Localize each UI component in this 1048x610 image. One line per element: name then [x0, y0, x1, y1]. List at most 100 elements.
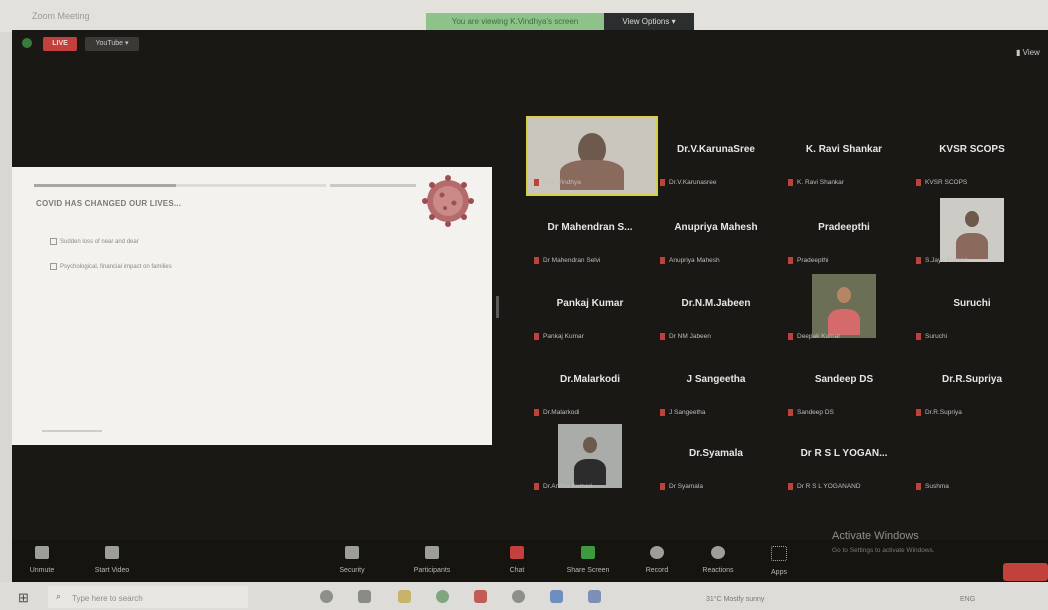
muted-mic-icon — [660, 256, 665, 264]
shield-icon — [345, 546, 359, 559]
participant-label-text: Dr Mahendran Selvi — [543, 257, 601, 264]
slide-footer-line — [42, 430, 102, 432]
participant-tile[interactable]: Pradeepthi Pradeepthi — [780, 200, 908, 270]
share-screen-icon — [581, 546, 595, 559]
participant-video — [558, 424, 622, 488]
participant-tile[interactable]: Dr.Anitha Kumari — [526, 424, 654, 496]
youtube-stream-button[interactable]: YouTube ▾ — [85, 37, 139, 51]
person-body — [574, 459, 606, 485]
system-tray-language[interactable]: ENG — [960, 596, 975, 603]
participants-icon — [425, 546, 439, 559]
participant-tile[interactable]: Dr.R.Supriya Dr.R.Supriya — [908, 352, 1036, 422]
slide-header-line — [330, 184, 416, 187]
zoom-taskbar-icon[interactable] — [550, 590, 563, 603]
share-screen-button[interactable]: Share Screen — [558, 546, 618, 574]
record-button[interactable]: Record — [627, 546, 687, 574]
start-video-label: Start Video — [94, 567, 130, 574]
muted-mic-icon — [788, 256, 793, 264]
participant-name: KVSR SCOPS — [939, 144, 1005, 155]
activate-windows-subtext: Go to Settings to activate Windows. — [832, 547, 935, 554]
participant-tile[interactable]: Dr R S L YOGAN... Dr R S L YOGANAND — [780, 426, 908, 496]
participant-label-text: Dr.V.Karunasree — [669, 179, 717, 186]
live-badge[interactable]: LIVE — [43, 37, 77, 51]
participant-tile[interactable]: Dr.V.KarunaSree Dr.V.Karunasree — [652, 122, 780, 192]
participant-label-text: Dr.R.Supriya — [925, 409, 962, 416]
search-icon: ⌕ — [56, 591, 62, 601]
participant-tile[interactable]: Suruchi Suruchi — [908, 276, 1036, 346]
muted-mic-icon — [660, 408, 665, 416]
participant-label: Dr NM Jabeen — [660, 332, 711, 340]
participant-tile[interactable]: K. Ravi Shankar K. Ravi Shankar — [780, 122, 908, 192]
participant-label-text: Dr.K.Vindhya — [543, 179, 581, 186]
participant-tile[interactable]: Deepak Kumar — [780, 274, 908, 346]
muted-mic-icon — [534, 408, 539, 416]
participants-button[interactable]: Participants — [402, 546, 462, 574]
participant-tile[interactable]: S.Jaya Kumari — [908, 198, 1036, 270]
apps-button[interactable]: Apps — [749, 546, 809, 576]
word-icon[interactable] — [588, 590, 601, 603]
unmute-label: Unmute — [29, 567, 55, 574]
participant-name: Suruchi — [953, 298, 991, 309]
security-button[interactable]: Security — [322, 546, 382, 574]
participant-label-text: Pradeepthi — [797, 257, 829, 264]
task-view-icon[interactable] — [320, 590, 333, 603]
participant-tile[interactable]: Dr.N.M.Jabeen Dr NM Jabeen — [652, 276, 780, 346]
chat-icon — [510, 546, 524, 559]
participant-label: S.Jaya Kumari — [916, 256, 967, 264]
person-head — [964, 210, 980, 228]
participant-video — [940, 198, 1004, 262]
splitter-handle[interactable] — [496, 296, 499, 318]
weather-widget[interactable]: 31°C Mostly sunny — [706, 596, 764, 603]
participant-name: Dr R S L YOGAN... — [800, 448, 888, 459]
muted-mic-icon — [788, 408, 793, 416]
participant-tile[interactable]: Pankaj Kumar Pankaj Kumar — [526, 276, 654, 346]
slide-header-line — [176, 184, 326, 187]
slide-bullet: Psychological, financial impact on famil… — [50, 263, 172, 270]
participant-tile[interactable]: Sandeep DS Sandeep DS — [780, 352, 908, 422]
record-icon — [650, 546, 664, 559]
participant-name: Dr Mahendran S... — [547, 222, 633, 233]
taskbar-search-placeholder: Type here to search — [72, 594, 143, 603]
start-video-button[interactable]: Start Video — [82, 546, 142, 574]
participant-label: Suruchi — [916, 332, 948, 340]
muted-mic-icon — [534, 332, 539, 340]
participant-tile[interactable]: Dr.Syamala Dr Syamala — [652, 426, 780, 496]
muted-mic-icon — [534, 256, 539, 264]
windows-start-icon[interactable]: ⊞ — [18, 590, 29, 606]
microphone-muted-icon — [35, 546, 49, 559]
chrome-icon[interactable] — [436, 590, 449, 603]
activate-windows-watermark: Activate Windows — [832, 530, 919, 542]
file-explorer-icon[interactable] — [358, 590, 371, 603]
participant-label-text: Suruchi — [925, 333, 948, 340]
participant-tile[interactable]: J Sangeetha J Sangeetha — [652, 352, 780, 422]
participant-tile[interactable]: Dr.K.Vindhya — [526, 116, 658, 196]
reactions-button[interactable]: Reactions — [688, 546, 748, 574]
participant-label-text: Dr R S L YOGANAND — [797, 483, 861, 490]
participant-label-text: J Sangeetha — [669, 409, 706, 416]
end-meeting-button[interactable] — [1003, 563, 1048, 581]
participant-tile[interactable]: Dr.Malarkodi Dr.Malarkodi — [526, 352, 654, 422]
participant-tile[interactable]: Dr Mahendran S... Dr Mahendran Selvi — [526, 200, 654, 270]
muted-mic-icon — [916, 178, 921, 186]
view-options-button[interactable]: View Options ▾ — [604, 13, 694, 30]
participant-label: Dr.Malarkodi — [534, 408, 579, 416]
participant-label-text: Anupriya Mahesh — [669, 257, 720, 264]
window-title: Zoom Meeting — [32, 11, 90, 21]
folder-icon[interactable] — [398, 590, 411, 603]
slide-title: COVID HAS CHANGED OUR LIVES... — [36, 199, 182, 208]
participant-tile[interactable]: Anupriya Mahesh Anupriya Mahesh — [652, 200, 780, 270]
participant-label: Pankaj Kumar — [534, 332, 584, 340]
participant-label: J Sangeetha — [660, 408, 706, 416]
participant-tile[interactable]: Sushma — [908, 426, 1036, 496]
participant-tile[interactable]: KVSR SCOPS KVSR SCOPS — [908, 122, 1036, 192]
participant-label-text: Dr NM Jabeen — [669, 333, 711, 340]
participant-name: Dr.R.Supriya — [941, 374, 1003, 385]
slide-header-line — [34, 184, 176, 187]
participant-label-text: Dr.Anitha Kumari — [543, 483, 593, 490]
unmute-button[interactable]: Unmute — [12, 546, 72, 574]
encryption-shield-icon[interactable] — [22, 38, 32, 48]
app-icon[interactable] — [474, 590, 487, 603]
chat-button[interactable]: Chat — [487, 546, 547, 574]
view-button[interactable]: ▮ View — [1016, 48, 1040, 57]
edge-icon[interactable] — [512, 590, 525, 603]
